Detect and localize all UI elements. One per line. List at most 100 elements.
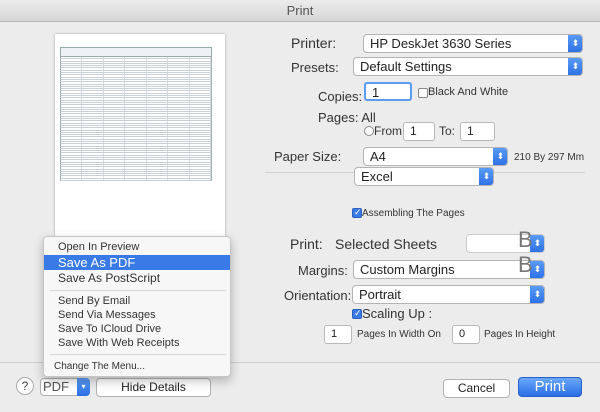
preview-cell bbox=[61, 98, 83, 100]
preview-cell bbox=[82, 114, 104, 116]
preview-cell bbox=[147, 82, 169, 84]
black-and-white-checkbox[interactable] bbox=[418, 88, 428, 98]
preview-cell bbox=[125, 112, 147, 114]
preview-cell bbox=[61, 109, 83, 112]
preview-cell bbox=[61, 91, 83, 93]
preview-cell bbox=[190, 79, 211, 82]
preview-cell bbox=[168, 176, 190, 178]
preview-cell bbox=[125, 84, 147, 86]
preview-cell bbox=[190, 151, 211, 153]
preview-cell bbox=[190, 57, 211, 59]
preview-row bbox=[60, 178, 212, 182]
page-preview bbox=[55, 34, 225, 248]
preview-cell bbox=[61, 59, 83, 61]
preview-cell bbox=[190, 75, 211, 77]
preview-cell bbox=[190, 105, 211, 107]
preview-cell bbox=[82, 155, 104, 158]
preview-cell bbox=[147, 141, 169, 144]
preview-cell bbox=[82, 59, 104, 61]
assembling-checkbox[interactable] bbox=[352, 207, 362, 218]
pdf-menu-button[interactable]: PDF ▾ bbox=[40, 378, 90, 396]
preview-cell bbox=[147, 125, 169, 128]
preview-cell bbox=[82, 139, 104, 141]
preview-cell bbox=[125, 139, 147, 141]
preview-cell bbox=[104, 178, 126, 181]
preview-cell bbox=[147, 75, 169, 77]
preview-cell bbox=[61, 102, 83, 105]
preview-cell bbox=[168, 107, 190, 109]
preview-cell bbox=[82, 70, 104, 73]
preview-cell bbox=[190, 125, 211, 128]
preview-cell bbox=[82, 93, 104, 96]
preview-cell bbox=[190, 164, 211, 167]
preview-cell bbox=[190, 146, 211, 148]
preview-cell bbox=[61, 61, 83, 63]
preview-cell bbox=[82, 158, 104, 160]
print-button[interactable]: Print bbox=[518, 377, 582, 397]
menu-item-save-with-web-receipts[interactable]: Save With Web Receipts bbox=[44, 337, 230, 350]
preview-cell bbox=[82, 135, 104, 137]
help-button[interactable]: ? bbox=[16, 377, 34, 395]
menu-item-change-the-menu[interactable]: Change The Menu... bbox=[44, 360, 230, 373]
preview-cell bbox=[147, 121, 169, 123]
preview-cell bbox=[82, 132, 104, 135]
preview-cell bbox=[147, 73, 169, 75]
preview-cell bbox=[168, 128, 190, 130]
preview-cell bbox=[104, 146, 126, 148]
preview-cell bbox=[104, 169, 126, 171]
preview-cell bbox=[147, 79, 169, 82]
preview-cell bbox=[168, 121, 190, 123]
preview-cell bbox=[190, 119, 211, 121]
preview-cell bbox=[125, 100, 147, 102]
hide-details-button[interactable]: Hide Details bbox=[96, 378, 211, 397]
preview-cell bbox=[61, 121, 83, 123]
margins-select[interactable]: Custom Margins ⬍ bbox=[353, 260, 545, 279]
preview-cell bbox=[82, 79, 104, 82]
preview-cell bbox=[61, 151, 83, 153]
preview-cell bbox=[82, 77, 104, 79]
preview-cell bbox=[82, 178, 104, 181]
preview-cell bbox=[125, 79, 147, 82]
section-select[interactable]: Excel ⬍ bbox=[354, 167, 494, 186]
presets-select[interactable]: Default Settings ⬍ bbox=[353, 57, 583, 76]
paper-size-select[interactable]: A4 ⬍ bbox=[363, 147, 508, 166]
pages-height-input[interactable]: 0 bbox=[452, 325, 480, 344]
pages-from-radio[interactable] bbox=[364, 126, 374, 136]
preview-cell bbox=[147, 102, 169, 105]
scaling-checkbox[interactable] bbox=[352, 308, 362, 319]
menu-item-open-in-preview[interactable]: Open In Preview bbox=[44, 241, 230, 254]
preview-cell bbox=[104, 98, 126, 100]
menu-item-save-to-icloud-drive[interactable]: Save To ICloud Drive bbox=[44, 323, 230, 336]
menu-item-save-as-pdf[interactable]: Save As PDF bbox=[44, 255, 230, 270]
menu-item-save-as-postscript[interactable]: Save As PostScript bbox=[44, 272, 230, 285]
preview-cell bbox=[147, 96, 169, 98]
cancel-button[interactable]: Cancel bbox=[443, 379, 510, 398]
preview-cell bbox=[61, 86, 83, 89]
preview-cell bbox=[190, 148, 211, 151]
preview-cell bbox=[125, 57, 147, 59]
preview-cell bbox=[168, 59, 190, 61]
chevron-updown-icon: ⬍ bbox=[493, 148, 507, 165]
preview-cell bbox=[82, 112, 104, 114]
printer-value: HP DeskJet 3630 Series bbox=[370, 36, 512, 51]
orientation-select[interactable]: Portrait ⬍ bbox=[352, 285, 545, 304]
from-input[interactable]: 1 bbox=[403, 122, 435, 141]
preview-cell bbox=[147, 84, 169, 86]
preview-cell bbox=[104, 57, 126, 59]
printer-select[interactable]: HP DeskJet 3630 Series ⬍ bbox=[363, 34, 583, 53]
preview-cell bbox=[147, 123, 169, 125]
print-what-select[interactable]: ⬍ bbox=[466, 234, 545, 253]
menu-item-send-by-email[interactable]: Send By Email bbox=[44, 295, 230, 308]
preview-cell bbox=[82, 63, 104, 66]
pages-width-input[interactable]: 1 bbox=[324, 325, 352, 344]
preview-cell bbox=[104, 128, 126, 130]
preview-cell bbox=[104, 137, 126, 139]
preview-cell bbox=[82, 89, 104, 91]
menu-item-send-via-messages[interactable]: Send Via Messages bbox=[44, 309, 230, 322]
preview-cell bbox=[190, 63, 211, 66]
preview-cell bbox=[104, 132, 126, 135]
copies-input[interactable]: 1 bbox=[364, 82, 412, 101]
to-input[interactable]: 1 bbox=[460, 122, 495, 141]
preview-cell bbox=[168, 73, 190, 75]
preview-cell bbox=[190, 167, 211, 169]
